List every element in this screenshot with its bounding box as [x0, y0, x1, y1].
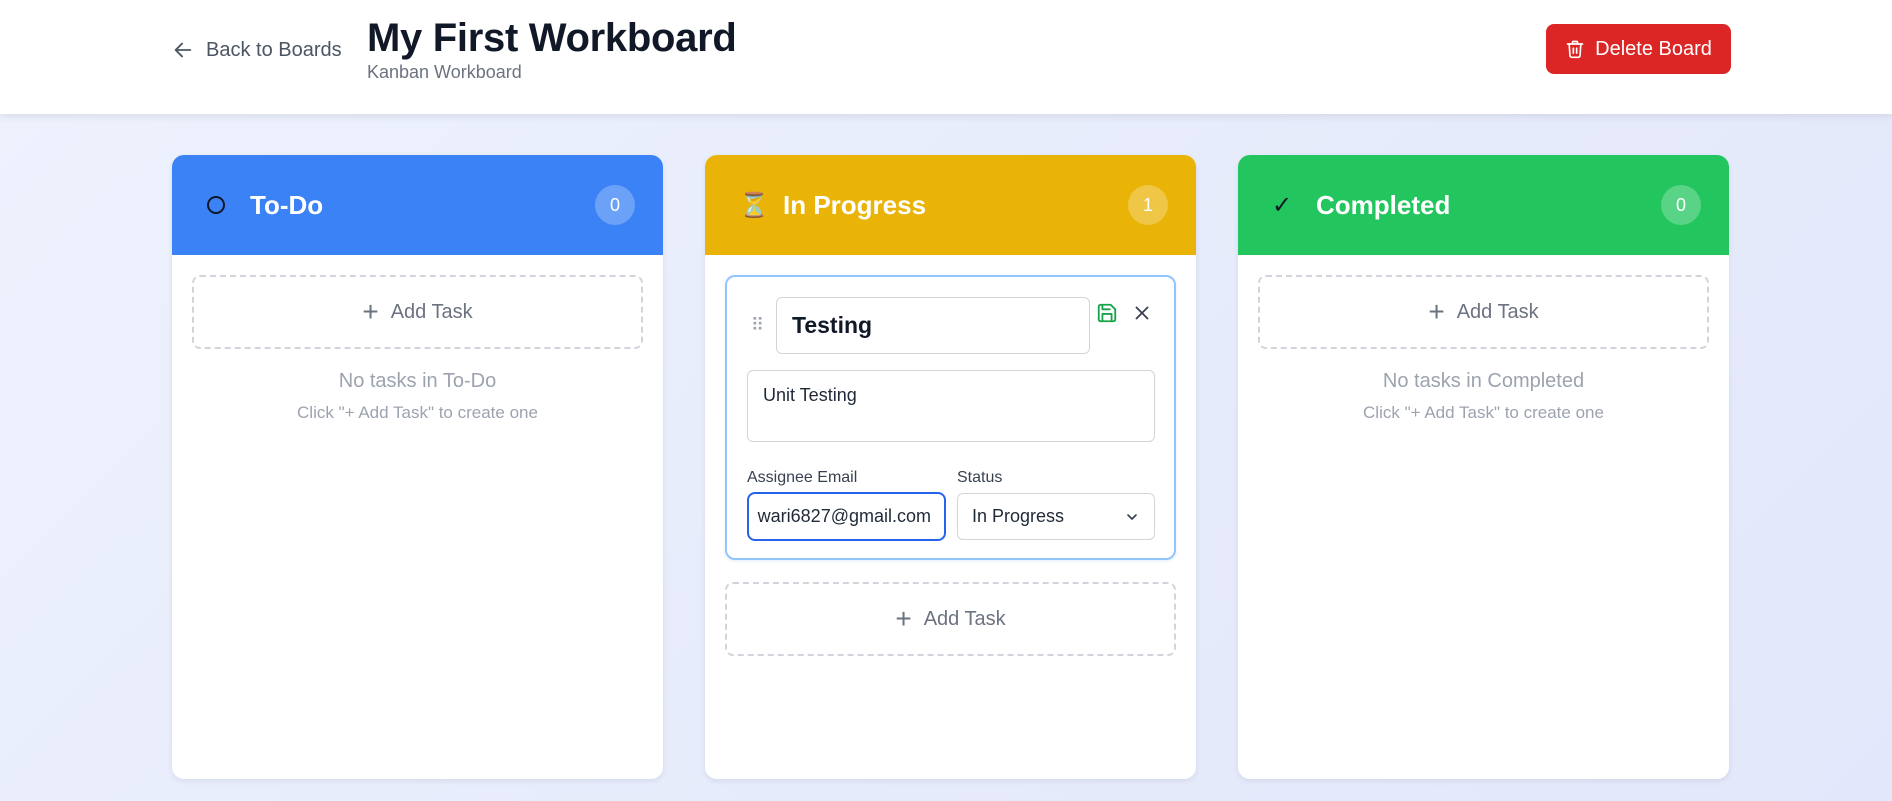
column-title-completed: Completed [1316, 189, 1451, 220]
assignee-email-value: wari6827@gmail.com [757, 506, 931, 526]
close-icon[interactable] [1131, 302, 1153, 324]
empty-message: No tasks in Completed [1382, 370, 1585, 392]
status-select[interactable]: In Progress [957, 493, 1155, 540]
column-completed: ✓ Completed 0 + Add Task No tasks in Com… [1238, 155, 1729, 779]
empty-hint: Click "+ Add Task" to create one [1363, 403, 1604, 422]
trash-icon [1566, 40, 1584, 59]
status-label: Status [957, 469, 1003, 486]
column-todo: To-Do 0 + Add Task No tasks in To-Do Cli… [172, 155, 663, 779]
task-edit-card: ⠿ Testing Unit Testing Assignee Email St… [725, 275, 1176, 560]
back-to-boards-button[interactable]: Back to Boards [172, 36, 342, 64]
task-count-badge-todo: 0 [595, 185, 635, 225]
save-icon[interactable] [1096, 302, 1118, 324]
plus-icon: + [362, 296, 379, 327]
check-icon: ✓ [1272, 191, 1293, 219]
hourglass-icon: ⏳ [739, 191, 769, 219]
column-in-progress: ⏳ In Progress 1 ⠿ Testing Unit Testing A… [705, 155, 1196, 779]
add-task-label: Add Task [923, 607, 1006, 630]
assignee-email-label: Assignee Email [747, 469, 858, 486]
empty-hint: Click "+ Add Task" to create one [297, 403, 538, 422]
add-task-button-todo[interactable]: + Add Task [192, 275, 643, 349]
chevron-down-icon [1127, 513, 1137, 520]
plus-icon: + [895, 603, 912, 634]
column-title-in-progress: In Progress [783, 189, 927, 220]
back-to-boards-label: Back to Boards [206, 38, 342, 61]
empty-message: No tasks in To-Do [338, 370, 497, 392]
arrow-left-icon [174, 42, 192, 58]
delete-board-label: Delete Board [1595, 37, 1712, 60]
status-select-value: In Progress [972, 506, 1065, 526]
circle-icon [206, 195, 236, 215]
column-header-completed: ✓ Completed 0 [1238, 155, 1729, 255]
column-title-todo: To-Do [250, 189, 324, 220]
board-title-block: My First Workboard Kanban Workboard [367, 14, 737, 82]
add-task-button-completed[interactable]: + Add Task [1258, 275, 1709, 349]
task-description-textarea[interactable]: Unit Testing [747, 370, 1155, 442]
empty-state-todo: No tasks in To-Do Click "+ Add Task" to … [172, 370, 663, 423]
task-count-badge-in-progress: 1 [1128, 185, 1168, 225]
add-task-label: Add Task [390, 300, 473, 323]
assignee-email-input[interactable]: wari6827@gmail.com [747, 492, 946, 541]
task-count-badge-completed: 0 [1661, 185, 1701, 225]
add-task-button-in-progress[interactable]: + Add Task [725, 582, 1176, 656]
add-task-label: Add Task [1456, 300, 1539, 323]
plus-icon: + [1428, 296, 1445, 327]
column-header-in-progress: ⏳ In Progress 1 [705, 155, 1196, 255]
column-header-todo: To-Do 0 [172, 155, 663, 255]
empty-state-completed: No tasks in Completed Click "+ Add Task"… [1238, 370, 1729, 423]
task-title-input[interactable]: Testing [776, 297, 1090, 354]
top-header: Back to Boards My First Workboard Kanban… [0, 0, 1892, 114]
delete-board-button[interactable]: Delete Board [1546, 24, 1731, 74]
page-title: My First Workboard [367, 16, 737, 60]
page-subtitle: Kanban Workboard [367, 62, 522, 82]
drag-handle-icon[interactable]: ⠿ [751, 315, 764, 336]
